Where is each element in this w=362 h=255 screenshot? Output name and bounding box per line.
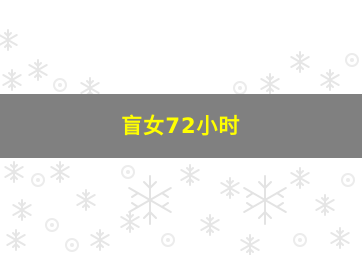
title-banner: 盲女72小时 <box>0 94 362 158</box>
snowflake-icon <box>4 161 355 255</box>
banner-title: 盲女72小时 <box>121 113 241 138</box>
snowflake-icon <box>0 29 359 99</box>
